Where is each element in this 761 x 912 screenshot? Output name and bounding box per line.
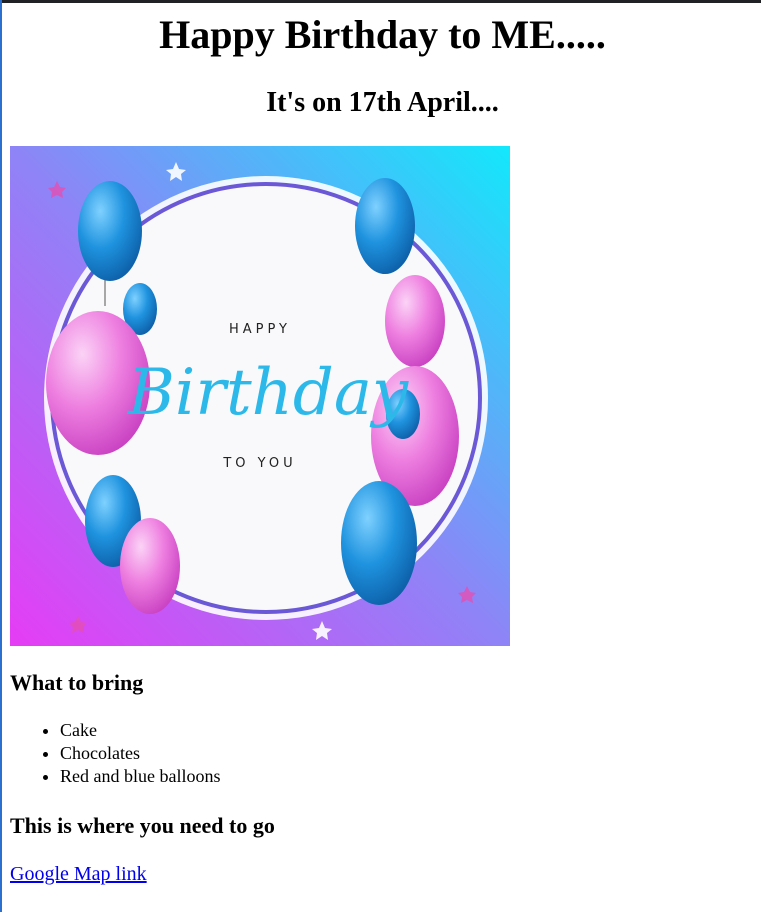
birthday-card-image: HAPPY Birthday TO YOU <box>10 146 510 646</box>
card-text-birthday: Birthday <box>127 356 409 430</box>
card-text-happy: HAPPY <box>229 322 291 337</box>
what-to-bring-heading: What to bring <box>10 670 144 695</box>
page-title: Happy Birthday to ME..... <box>159 12 606 57</box>
page-subtitle: It's on 17th April.... <box>266 87 499 118</box>
card-text-to-you: TO YOU <box>222 456 296 471</box>
list-item: Chocolates <box>60 742 220 765</box>
bring-list: Cake Chocolates Red and blue balloons <box>10 719 220 788</box>
google-map-link[interactable]: Google Map link <box>10 862 147 886</box>
page-content: Happy Birthday to ME..... It's on 17th A… <box>10 3 755 885</box>
window-left-border <box>0 0 2 912</box>
list-item: Cake <box>60 719 220 742</box>
list-item: Red and blue balloons <box>60 765 220 788</box>
location-heading: This is where you need to go <box>10 813 275 838</box>
